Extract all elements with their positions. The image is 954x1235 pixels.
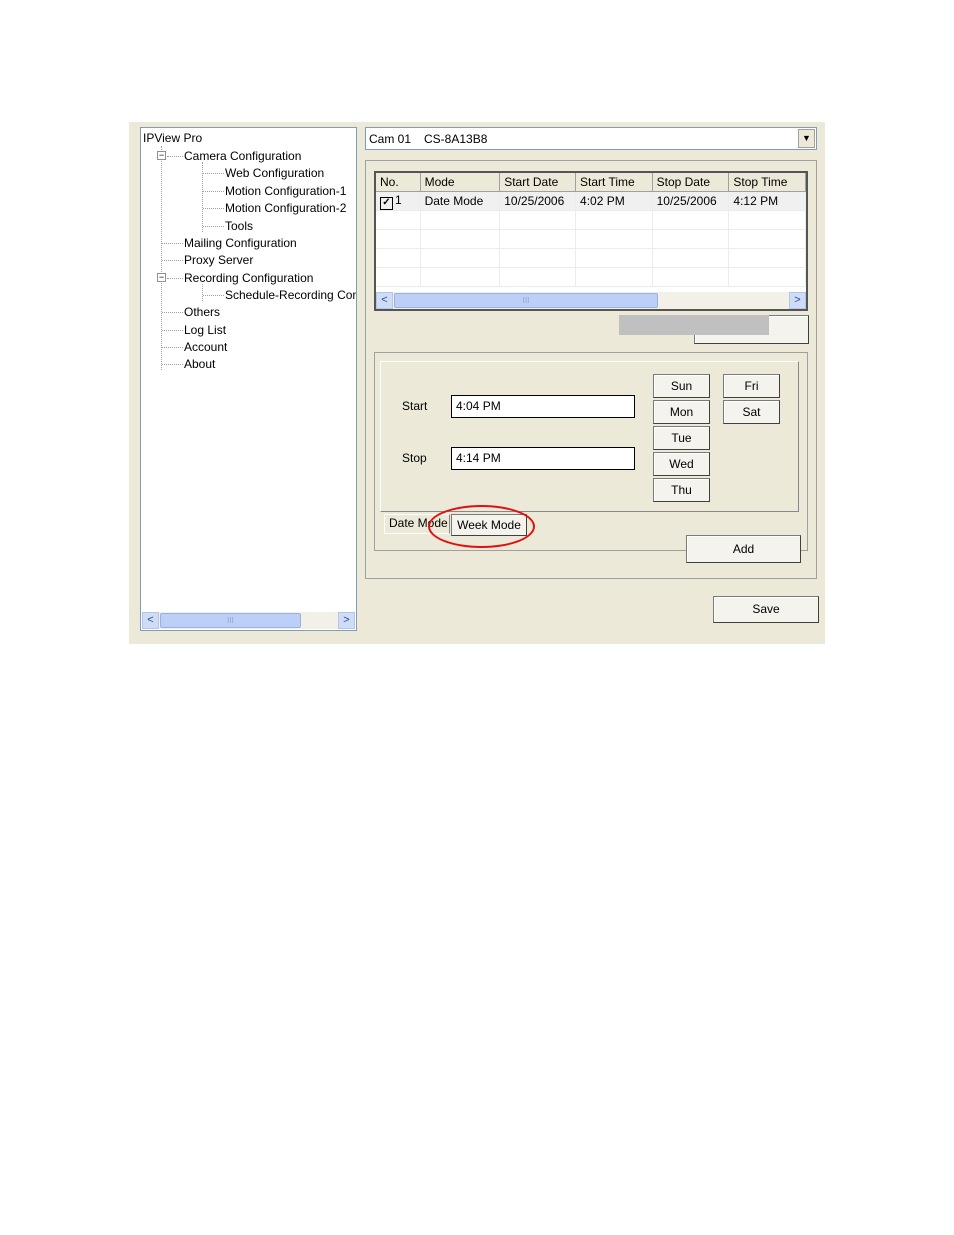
tree-item-account[interactable]: Account <box>184 340 227 354</box>
day-button-wed[interactable]: Wed <box>653 452 710 476</box>
row-no-cell[interactable]: ✓ 1 <box>376 191 421 211</box>
schedule-list[interactable]: No. Mode Start Date Start Time Stop Date… <box>374 171 808 311</box>
tree-item-web-configuration[interactable]: Web Configuration <box>225 166 324 180</box>
day-button-mon[interactable]: Mon <box>653 400 710 424</box>
tree-connector <box>162 347 183 348</box>
tree-connector <box>162 260 183 261</box>
column-header-stop-time[interactable]: Stop Time <box>728 173 806 192</box>
scroll-thumb[interactable]: III <box>160 613 301 628</box>
tree-connector <box>203 208 224 209</box>
scroll-thumb[interactable]: III <box>394 293 658 308</box>
tree-connector <box>162 330 183 331</box>
day-button-sat[interactable]: Sat <box>723 400 780 424</box>
stop-time-input[interactable]: 4:14 PM <box>451 447 635 470</box>
column-header-start-date[interactable]: Start Date <box>499 173 577 192</box>
row-stop-date: 10/25/2006 <box>652 191 730 211</box>
tree-item-motion-configuration-2[interactable]: Motion Configuration-2 <box>225 201 346 215</box>
tree-item-log-list[interactable]: Log List <box>184 323 226 337</box>
tree-item-schedule-recording[interactable]: Schedule-Recording Con <box>225 288 356 302</box>
scroll-left-icon[interactable]: < <box>142 612 159 629</box>
row-mode: Date Mode <box>420 191 501 211</box>
tree-item-mailing-configuration[interactable]: Mailing Configuration <box>184 236 297 250</box>
tree-item-motion-configuration-1[interactable]: Motion Configuration-1 <box>225 184 346 198</box>
column-header-mode[interactable]: Mode <box>420 173 501 192</box>
day-button-thu[interactable]: Thu <box>653 478 710 502</box>
scroll-right-icon[interactable]: > <box>789 292 806 309</box>
start-label: Start <box>402 399 428 413</box>
row-start-date: 10/25/2006 <box>499 191 577 211</box>
tree-connector <box>203 191 224 192</box>
tree-connector <box>162 243 183 244</box>
start-time-input[interactable]: 4:04 PM <box>451 395 635 418</box>
tree-item-about[interactable]: About <box>184 357 215 371</box>
add-button[interactable]: Add <box>686 535 801 563</box>
column-header-no[interactable]: No. <box>376 173 421 192</box>
tree-connector <box>203 226 224 227</box>
tree-connector <box>162 364 183 365</box>
tree-connector <box>161 146 162 370</box>
tree-item-others[interactable]: Others <box>184 305 220 319</box>
tree-item-recording-configuration[interactable]: Recording Configuration <box>184 271 313 285</box>
tree-connector <box>203 295 224 296</box>
highlight-ring <box>428 505 535 548</box>
camera-name: CS-8A13B8 <box>424 132 488 146</box>
tree-root[interactable]: IPView Pro <box>143 131 202 145</box>
tree-connector <box>167 156 183 157</box>
column-header-stop-date[interactable]: Stop Date <box>652 173 730 192</box>
ipview-pro-window: IPView Pro − Camera Configuration Web Co… <box>129 122 825 644</box>
week-mode-tab-page: Start 4:04 PM Stop 4:14 PM Sun Mon Tue W… <box>380 361 799 512</box>
column-header-start-time[interactable]: Start Time <box>575 173 653 192</box>
tree-item-tools[interactable]: Tools <box>225 219 253 233</box>
dropdown-arrow-icon[interactable]: ▼ <box>798 129 815 148</box>
redacted-bar <box>619 315 769 335</box>
tree-item-camera-configuration[interactable]: Camera Configuration <box>184 149 301 163</box>
checkbox-icon[interactable]: ✓ <box>380 196 393 210</box>
row-start-time: 4:02 PM <box>575 191 653 211</box>
camera-select[interactable]: Cam 01 CS-8A13B8 ▼ <box>365 127 817 150</box>
config-tree[interactable]: IPView Pro − Camera Configuration Web Co… <box>140 127 357 631</box>
row-number: 1 <box>395 192 402 207</box>
table-row-empty <box>376 210 806 230</box>
table-row[interactable]: ✓ 1 Date Mode 10/25/2006 4:02 PM 10/25/20… <box>376 191 806 211</box>
collapse-icon[interactable]: − <box>157 151 166 160</box>
table-row-empty <box>376 229 806 249</box>
tree-connector <box>203 173 224 174</box>
list-horizontal-scrollbar[interactable]: < III > <box>376 292 806 309</box>
day-button-sun[interactable]: Sun <box>653 374 710 398</box>
day-button-tue[interactable]: Tue <box>653 426 710 450</box>
stop-label: Stop <box>402 451 427 465</box>
table-row-empty <box>376 248 806 268</box>
day-button-fri[interactable]: Fri <box>723 374 780 398</box>
scroll-left-icon[interactable]: < <box>376 292 393 309</box>
tree-item-proxy-server[interactable]: Proxy Server <box>184 253 253 267</box>
row-stop-time: 4:12 PM <box>728 191 806 211</box>
tree-connector <box>202 284 203 301</box>
collapse-icon[interactable]: − <box>157 273 166 282</box>
scroll-right-icon[interactable]: > <box>338 612 355 629</box>
tree-horizontal-scrollbar[interactable]: < III > <box>142 612 355 629</box>
tree-connector <box>162 312 183 313</box>
camera-id: Cam 01 <box>369 132 412 146</box>
schedule-table: No. Mode Start Date Start Time Stop Date… <box>376 173 806 287</box>
tree-connector <box>167 278 183 279</box>
save-button[interactable]: Save <box>713 596 819 623</box>
table-row-empty <box>376 267 806 287</box>
